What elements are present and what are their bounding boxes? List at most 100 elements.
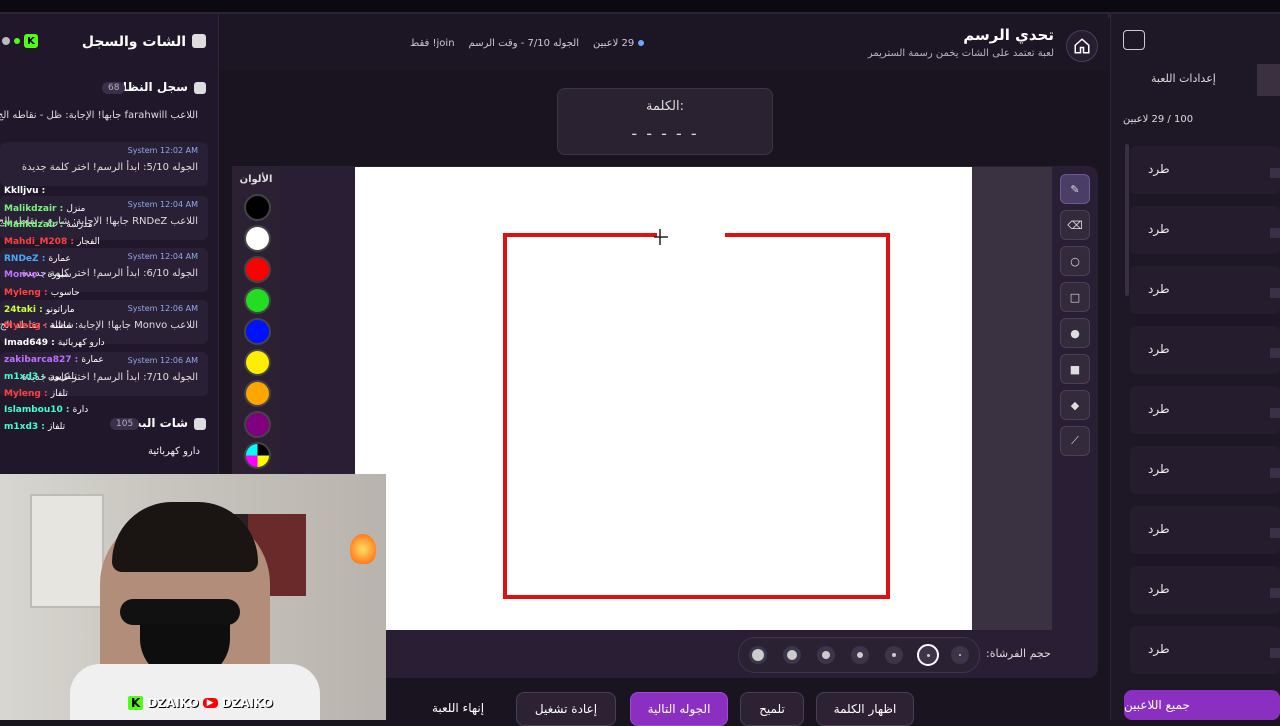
chat-username: Kklljvu : <box>4 186 46 196</box>
end-game-button[interactable]: إنهاء اللعبة <box>420 692 496 724</box>
chat-message: Kklljvu : <box>4 186 45 196</box>
square-tool-button[interactable]: □ <box>1060 282 1090 312</box>
color-swatch-4[interactable] <box>244 318 271 345</box>
custom-color-picker[interactable] <box>244 442 271 469</box>
tool-column: ✎ ⌫ ○ □ ● ■ ◆ ⟋ <box>1056 170 1092 460</box>
youtube-icon: ▶ <box>202 698 218 708</box>
player-row: طرد <box>1130 506 1280 554</box>
chat-message: Malikdzair : مدرسة <box>4 220 93 230</box>
kick-brand-icon: K <box>128 696 144 710</box>
canvas-margin <box>972 167 1052 630</box>
chat-username: m1xd3 : <box>4 372 49 382</box>
brush-size-xxs[interactable] <box>951 646 969 664</box>
kick-button[interactable]: طرد <box>1148 342 1170 356</box>
kick-button[interactable]: طرد <box>1148 522 1170 536</box>
sunglasses <box>120 599 240 625</box>
brush-icon: ✎ <box>1070 182 1080 196</box>
circle-icon: ○ <box>1070 254 1080 268</box>
chat-text: مدرسة <box>66 220 93 230</box>
line-icon: ⟋ <box>1071 434 1079 447</box>
browser-strip <box>0 0 1280 12</box>
scrollbar[interactable] <box>1125 144 1129 296</box>
player-stat <box>1270 408 1280 418</box>
color-swatch-0[interactable] <box>244 194 271 221</box>
brush-size-md[interactable] <box>817 646 835 664</box>
chat-message: RNDeZ : عمارة <box>4 254 71 264</box>
info-icon <box>194 82 206 94</box>
player-row: طرد <box>1130 206 1280 254</box>
system-log-meta: System 12:04 AM <box>127 252 198 261</box>
log-count-badge: 68 <box>102 82 126 94</box>
filled-square-tool-button[interactable]: ■ <box>1060 354 1090 384</box>
drawing-canvas[interactable] <box>355 167 972 630</box>
player-stat <box>1270 648 1280 658</box>
brush-size-selector <box>738 637 980 673</box>
webcam-feed: K DZAIKO ▶ DZAIKO <box>0 474 386 720</box>
chat-username: RNDeZ : <box>4 254 49 264</box>
next-round-button[interactable]: الجوله التالية <box>630 692 728 726</box>
chat-message: Mahdi_M208 : الفجار <box>4 237 100 247</box>
brush-size-sm[interactable] <box>851 646 869 664</box>
chat-message: 24taki : ماراتونو <box>4 305 75 315</box>
hint-button[interactable]: تلميح <box>740 692 804 726</box>
chat-text: عمارة <box>48 254 71 264</box>
chat-text: عمارة <box>81 355 104 365</box>
player-row: طرد <box>1130 386 1280 434</box>
chat-message: Islambou10 : دارة <box>4 405 88 415</box>
color-swatch-3[interactable] <box>244 287 271 314</box>
system-log-entry: System 12:04 AM اللاعب RNDeZ جابها! الإجا… <box>0 196 208 240</box>
color-swatch-5[interactable] <box>244 349 271 376</box>
home-button[interactable] <box>1066 30 1098 62</box>
chat-text: سبورة <box>47 270 72 280</box>
tab-game-settings[interactable]: إعدادات اللعبة <box>1151 72 1216 85</box>
color-swatch-2[interactable] <box>244 256 271 283</box>
brush-size-xs[interactable] <box>885 646 903 664</box>
chat-username: Imad649 : <box>4 338 58 348</box>
chat-username: Myleng : <box>4 321 51 331</box>
kick-button[interactable]: طرد <box>1148 162 1170 176</box>
restart-button[interactable]: إعادة تشغيل <box>516 692 616 726</box>
color-swatch-1[interactable] <box>244 225 271 252</box>
kick-button[interactable]: طرد <box>1148 282 1170 296</box>
fill-tool-button[interactable]: ◆ <box>1060 390 1090 420</box>
line-tool-button[interactable]: ⟋ <box>1060 426 1090 456</box>
filled-circle-tool-button[interactable]: ● <box>1060 318 1090 348</box>
color-palette: الألوان <box>232 166 280 474</box>
square-icon: □ <box>1069 290 1081 304</box>
brush-size-xl[interactable] <box>749 646 767 664</box>
stream-chat-icon <box>194 418 206 430</box>
chat-text: دارة <box>72 405 89 415</box>
brush-size-lg[interactable] <box>783 646 801 664</box>
chat-username: Myleng : <box>4 389 51 399</box>
player-stat <box>1270 468 1280 478</box>
player-row: طرد <box>1130 626 1280 674</box>
kick-button[interactable]: طرد <box>1148 222 1170 236</box>
fill-icon: ◆ <box>1070 398 1080 412</box>
player-row: طرد <box>1130 566 1280 614</box>
player-row: طرد <box>1130 446 1280 494</box>
all-players-button[interactable]: جميع اللاعبين <box>1124 690 1280 720</box>
kick-button[interactable]: طرد <box>1148 402 1170 416</box>
chat-message: m1xd3 : تلفاز <box>4 422 65 432</box>
system-log-meta: System 12:06 AM <box>127 356 198 365</box>
circle-tool-button[interactable]: ○ <box>1060 246 1090 276</box>
show-word-button[interactable]: اظهار الكلمة <box>816 692 914 726</box>
player-stat <box>1270 348 1280 358</box>
player-stat <box>1270 288 1280 298</box>
kick-button[interactable]: طرد <box>1148 582 1170 596</box>
chat-title: الشات والسجل <box>81 34 186 50</box>
kick-button[interactable]: طرد <box>1148 642 1170 656</box>
collapse-panel-icon[interactable] <box>1123 30 1145 50</box>
eraser-tool-button[interactable]: ⌫ <box>1060 210 1090 240</box>
kick-button[interactable]: طرد <box>1148 462 1170 476</box>
tab-players[interactable] <box>1257 64 1280 96</box>
social-handles: K DZAIKO ▶ DZAIKO <box>128 696 273 710</box>
color-swatch-6[interactable] <box>244 380 271 407</box>
color-swatch-7[interactable] <box>244 411 271 438</box>
chat-username: Mahdi_M208 : <box>4 237 78 247</box>
player-stat <box>1270 228 1280 238</box>
fire-icon <box>350 534 376 564</box>
brush-tool-button[interactable]: ✎ <box>1060 174 1090 204</box>
brush-size-selected[interactable] <box>917 644 939 666</box>
window-frame <box>30 494 104 608</box>
